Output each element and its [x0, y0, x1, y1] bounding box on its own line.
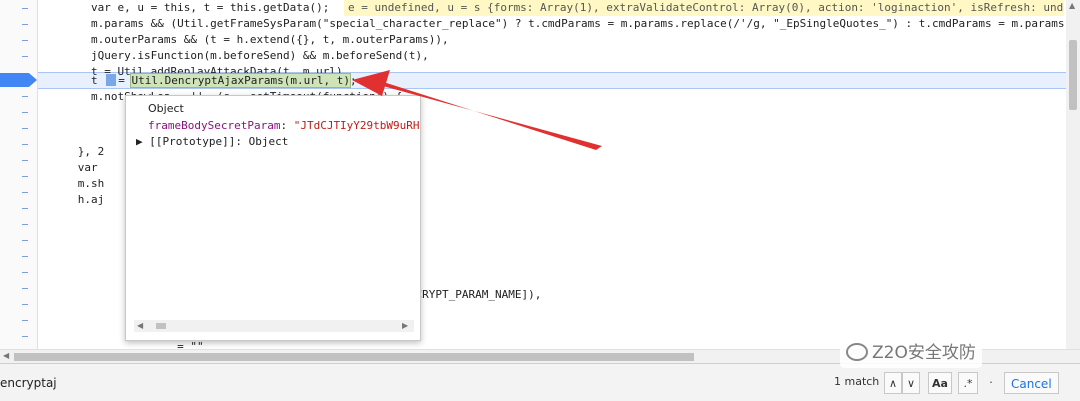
previous-match-button[interactable]: ∧ [884, 372, 902, 394]
line-gutter[interactable] [0, 0, 38, 349]
scroll-left-icon[interactable]: ◀ [137, 322, 143, 330]
cancel-button[interactable]: Cancel [1004, 372, 1059, 394]
code-line: m.outerParams && (t = h.extend({}, t, m.… [38, 33, 449, 46]
object-property[interactable]: frameBodySecretParam: "JTdCJTIyY29tbW9uR… [148, 118, 420, 134]
code-line: m.params && (Util.getFrameSysParam("spec… [38, 17, 1065, 30]
gutter-mark [22, 192, 28, 193]
code-text: ; [350, 74, 357, 87]
match-case-button[interactable]: Aa [928, 372, 952, 394]
popover-horizontal-scrollbar[interactable]: ◀ ▶ [134, 320, 414, 332]
gutter-mark [22, 256, 28, 257]
vertical-scroll-thumb[interactable] [1069, 40, 1077, 110]
gutter-mark [22, 272, 28, 273]
prototype-label: [[Prototype]]: Object [149, 135, 289, 148]
close-icon[interactable]: · [984, 372, 998, 394]
match-count: 1 match [834, 375, 880, 388]
gutter-mark [22, 320, 28, 321]
code-line: m.sh [38, 177, 105, 190]
wechat-logo-icon [846, 343, 868, 361]
gutter-mark [22, 304, 28, 305]
vertical-scrollbar[interactable]: ▲ [1066, 0, 1080, 349]
code-line: h.aj [38, 193, 105, 206]
cursor-marker-icon [106, 74, 117, 86]
property-value: "JTdCJTIyY29tbW9uRH [293, 119, 420, 132]
chevron-up-icon: ∧ [888, 377, 898, 390]
code-editor[interactable]: var e, u = this, t = this.getData(); e =… [0, 0, 1066, 349]
search-bar: encryptaj 1 match ∧ ∨ Aa .* · Cancel [0, 363, 1080, 401]
gutter-mark [22, 24, 28, 25]
code-line: }, 2 [38, 145, 105, 158]
expand-triangle-icon[interactable]: ▶ [136, 135, 149, 148]
code-text: t [38, 74, 105, 87]
code-text: = [118, 74, 132, 87]
prototype-row[interactable]: ▶ [[Prototype]]: Object [136, 134, 288, 150]
watermark-text: Z2O安全攻防 [872, 343, 976, 363]
scroll-left-icon[interactable]: ◀ [3, 352, 9, 360]
gutter-mark [22, 56, 28, 57]
chevron-down-icon: ∨ [906, 377, 916, 390]
horizontal-scroll-thumb[interactable] [14, 353, 694, 361]
gutter-mark [22, 224, 28, 225]
gutter-mark [22, 40, 28, 41]
gutter-mark [22, 8, 28, 9]
property-separator: : [280, 119, 294, 132]
watermark: Z2O安全攻防 [840, 338, 982, 368]
gutter-mark [22, 288, 28, 289]
gutter-mark [22, 336, 28, 337]
hovered-expression[interactable]: Util.DencryptAjaxParams(m.url, t) [130, 73, 352, 88]
object-preview-popover[interactable]: Object frameBodySecretParam: "JTdCJTIyY2… [125, 95, 421, 341]
gutter-mark [22, 96, 28, 97]
inline-variable-values: e = undefined, u = s {forms: Array(1), e… [344, 0, 1064, 16]
current-code-line: t = Util.DencryptAjaxParams(m.url, t); [38, 73, 357, 89]
scroll-up-icon[interactable]: ▲ [1069, 2, 1075, 10]
regex-button[interactable]: .* [958, 372, 978, 394]
gutter-mark [22, 144, 28, 145]
gutter-mark [22, 176, 28, 177]
code-line: jQuery.isFunction(m.beforeSend) && m.bef… [38, 49, 429, 62]
gutter-mark [22, 128, 28, 129]
code-line: var e, u = this, t = this.getData(); [38, 1, 330, 14]
scroll-right-icon[interactable]: ▶ [402, 322, 408, 330]
search-input[interactable]: encryptaj [0, 374, 400, 392]
gutter-mark [22, 160, 28, 161]
gutter-mark [22, 240, 28, 241]
gutter-mark [22, 112, 28, 113]
gutter-mark [22, 208, 28, 209]
popover-scroll-thumb[interactable] [156, 323, 166, 329]
popover-title: Object [148, 102, 184, 115]
property-key: frameBodySecretParam [148, 119, 281, 132]
code-line: var [38, 161, 105, 174]
next-match-button[interactable]: ∨ [902, 372, 920, 394]
